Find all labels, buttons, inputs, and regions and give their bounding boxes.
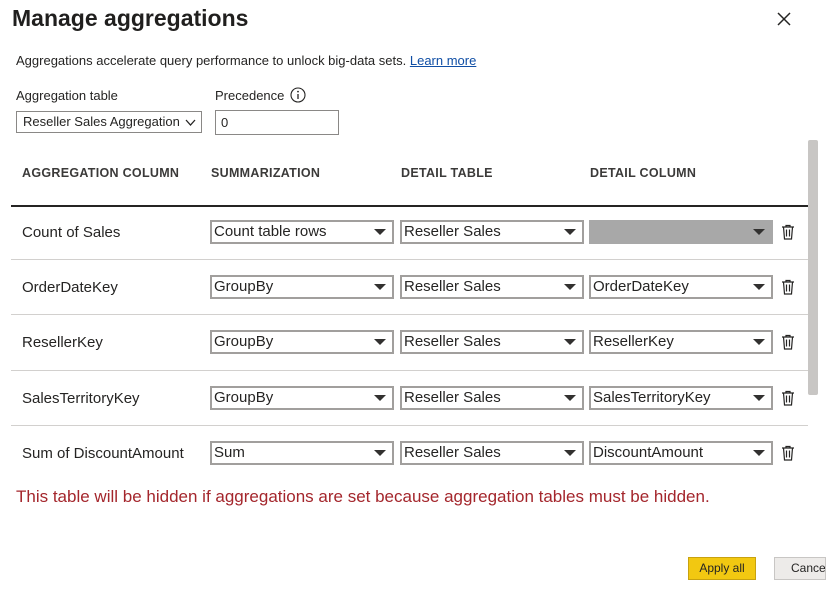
dropdown-arrow-icon <box>753 284 765 290</box>
detail-column-value: OrderDateKey <box>593 278 689 295</box>
header-divider <box>11 205 808 207</box>
dropdown-arrow-icon <box>564 229 576 235</box>
aggregation-table-label: Aggregation table <box>16 88 118 103</box>
header-summarization: SUMMARIZATION <box>211 166 321 180</box>
dropdown-arrow-icon <box>564 450 576 456</box>
dropdown-arrow-icon <box>374 395 386 401</box>
dropdown-arrow-icon <box>564 284 576 290</box>
precedence-input[interactable] <box>215 110 339 135</box>
detail-column-dropdown[interactable]: ResellerKey <box>589 330 773 354</box>
dropdown-arrow-icon <box>374 229 386 235</box>
detail-column-value: ResellerKey <box>593 333 674 350</box>
detail-table-dropdown[interactable]: Reseller Sales <box>400 441 584 465</box>
summarization-dropdown[interactable]: GroupBy <box>210 386 394 410</box>
detail-table-value: Reseller Sales <box>404 389 501 406</box>
dropdown-arrow-icon <box>753 339 765 345</box>
summarization-value: Sum <box>214 444 245 461</box>
row-divider <box>11 259 808 260</box>
summarization-value: GroupBy <box>214 333 274 350</box>
detail-table-value: Reseller Sales <box>404 278 501 295</box>
header-aggregation-column: AGGREGATION COLUMN <box>22 166 180 180</box>
summarization-dropdown[interactable]: GroupBy <box>210 275 394 299</box>
learn-more-link[interactable]: Learn more <box>410 53 476 68</box>
aggregation-column-name: SalesTerritoryKey <box>22 390 140 407</box>
aggregation-table-select[interactable]: Reseller Sales Aggregation <box>16 111 202 133</box>
dropdown-arrow-icon <box>753 395 765 401</box>
detail-table-dropdown[interactable]: Reseller Sales <box>400 386 584 410</box>
row-divider <box>11 370 808 371</box>
dropdown-arrow-icon <box>753 229 765 235</box>
aggregation-table-value: Reseller Sales Aggregation <box>23 114 180 129</box>
apply-all-button[interactable]: Apply all <box>688 557 756 580</box>
close-icon[interactable] <box>773 8 795 30</box>
detail-column-dropdown[interactable]: OrderDateKey <box>589 275 773 299</box>
trash-icon[interactable] <box>781 390 795 406</box>
summarization-value: Count table rows <box>214 223 327 240</box>
aggregation-column-name: ResellerKey <box>22 334 103 351</box>
header-detail-table: DETAIL TABLE <box>401 166 493 180</box>
detail-table-dropdown[interactable]: Reseller Sales <box>400 330 584 354</box>
dropdown-arrow-icon <box>564 339 576 345</box>
trash-icon[interactable] <box>781 334 795 350</box>
header-detail-column: DETAIL COLUMN <box>590 166 697 180</box>
info-icon[interactable] <box>290 87 306 103</box>
precedence-label: Precedence <box>215 88 285 103</box>
aggregation-column-name: OrderDateKey <box>22 279 118 296</box>
dropdown-arrow-icon <box>753 450 765 456</box>
dropdown-arrow-icon <box>374 284 386 290</box>
detail-table-value: Reseller Sales <box>404 333 501 350</box>
aggregation-column-name: Count of Sales <box>22 224 121 241</box>
detail-column-value: DiscountAmount <box>593 444 704 461</box>
cancel-button[interactable]: Cancel <box>774 557 826 580</box>
detail-table-dropdown[interactable]: Reseller Sales <box>400 220 584 244</box>
trash-icon[interactable] <box>781 445 795 461</box>
trash-icon[interactable] <box>781 224 795 240</box>
detail-column-dropdown[interactable]: DiscountAmount <box>589 441 773 465</box>
detail-table-value: Reseller Sales <box>404 444 501 461</box>
summarization-value: GroupBy <box>214 389 274 406</box>
dropdown-arrow-icon <box>564 395 576 401</box>
detail-table-value: Reseller Sales <box>404 223 501 240</box>
dialog-title: Manage aggregations <box>12 5 249 31</box>
dropdown-arrow-icon <box>374 450 386 456</box>
warning-message: This table will be hidden if aggregation… <box>16 487 710 506</box>
scrollbar[interactable] <box>808 140 818 395</box>
trash-icon[interactable] <box>781 279 795 295</box>
chevron-down-icon <box>185 119 196 126</box>
description: Aggregations accelerate query performanc… <box>16 53 476 68</box>
summarization-dropdown[interactable]: GroupBy <box>210 330 394 354</box>
dropdown-arrow-icon <box>374 339 386 345</box>
description-text: Aggregations accelerate query performanc… <box>16 53 407 68</box>
row-divider <box>11 314 808 315</box>
summarization-dropdown[interactable]: Count table rows <box>210 220 394 244</box>
summarization-dropdown[interactable]: Sum <box>210 441 394 465</box>
aggregation-column-name: Sum of DiscountAmount <box>22 445 184 462</box>
detail-column-value: SalesTerritoryKey <box>593 389 711 406</box>
row-divider <box>11 425 808 426</box>
detail-column-dropdown[interactable] <box>589 220 773 244</box>
summarization-value: GroupBy <box>214 278 274 295</box>
detail-table-dropdown[interactable]: Reseller Sales <box>400 275 584 299</box>
detail-column-dropdown[interactable]: SalesTerritoryKey <box>589 386 773 410</box>
